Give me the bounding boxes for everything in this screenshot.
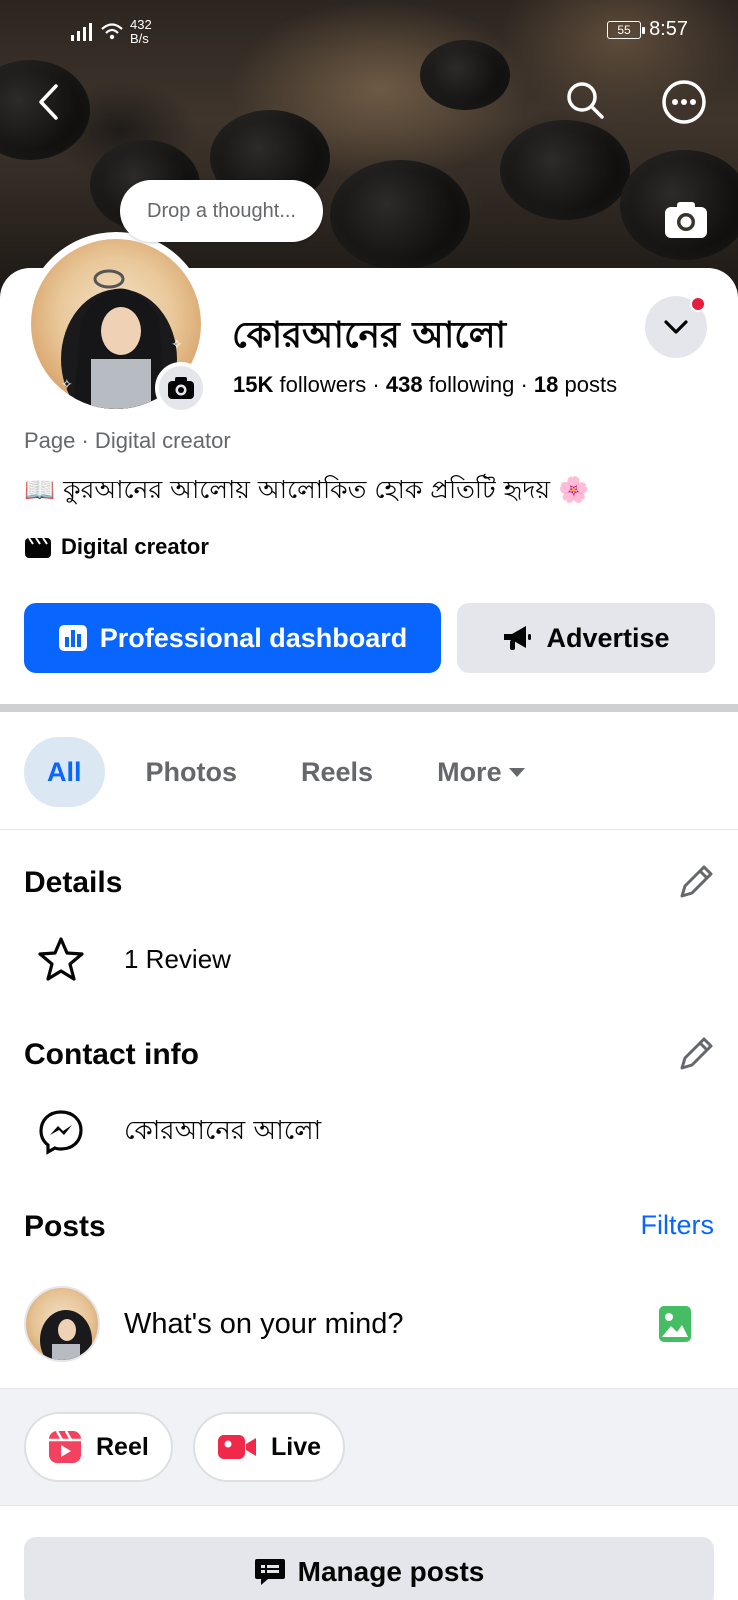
messenger-contact-row[interactable]: কোরআনের আলো: [24, 1108, 321, 1156]
pencil-icon: [680, 865, 713, 898]
stats-separator: ·: [520, 372, 534, 397]
wifi-icon: [101, 23, 123, 40]
page-bio: 📖 কুরআনের আলোয় আলোকিত হোক প্রতিটি হৃদয়…: [24, 475, 590, 504]
following-count[interactable]: 438: [386, 372, 423, 397]
tab-reels[interactable]: Reels: [278, 737, 396, 807]
messenger-icon: [39, 1110, 83, 1155]
edit-contact-button[interactable]: [676, 1034, 716, 1074]
followers-label[interactable]: followers: [279, 372, 366, 397]
creator-label: Digital creator: [61, 534, 209, 559]
edit-avatar-button[interactable]: [155, 362, 207, 414]
reviews-row[interactable]: 1 Review: [24, 936, 231, 982]
more-options-button[interactable]: [660, 78, 708, 126]
stats-separator: ·: [372, 372, 386, 397]
reel-label: Reel: [96, 1432, 149, 1461]
notification-dot: [690, 296, 706, 312]
manage-posts-button[interactable]: Manage posts: [24, 1537, 714, 1600]
pencil-icon: [680, 1037, 713, 1070]
create-reel-button[interactable]: Reel: [24, 1412, 173, 1482]
edit-cover-button[interactable]: [662, 198, 710, 242]
posts-filters-link[interactable]: Filters: [641, 1210, 715, 1241]
professional-dashboard-button[interactable]: Professional dashboard: [24, 603, 441, 673]
section-divider: [0, 704, 738, 712]
dashboard-chart-icon: [58, 625, 87, 651]
live-video-icon: [218, 1435, 256, 1459]
details-heading: Details: [24, 866, 123, 899]
camera-icon: [665, 202, 707, 238]
tabs-divider: [0, 829, 738, 830]
more-horizontal-icon: [662, 80, 706, 124]
photo-icon: [659, 1306, 691, 1342]
following-label[interactable]: following: [429, 372, 515, 397]
composer-placeholder: What's on your mind?: [124, 1307, 404, 1340]
chevron-left-icon: [39, 84, 58, 120]
creator-type-row: Digital creator: [24, 534, 209, 560]
advertise-label: Advertise: [546, 622, 670, 653]
composer-avatar: [24, 1286, 100, 1362]
contact-info-heading: Contact info: [24, 1038, 199, 1071]
manage-posts-label: Manage posts: [297, 1556, 485, 1587]
camera-icon: [168, 377, 194, 399]
posts-heading: Posts: [24, 1210, 106, 1243]
tab-photos[interactable]: Photos: [123, 737, 261, 807]
tab-more[interactable]: More: [414, 737, 549, 807]
edit-details-button[interactable]: [676, 862, 716, 902]
clapperboard-icon: [25, 537, 51, 558]
megaphone-icon: [504, 626, 532, 650]
followers-count[interactable]: 15K: [233, 372, 273, 397]
svg-text:✧: ✧: [61, 376, 73, 392]
tab-all[interactable]: All: [24, 737, 105, 807]
clock: 8:57: [649, 18, 688, 40]
back-button[interactable]: [28, 80, 68, 124]
posts-count: 18: [533, 372, 559, 397]
avatar-illustration: [40, 1310, 92, 1360]
battery-icon: 55: [607, 20, 646, 39]
svg-text:✧: ✧: [171, 336, 183, 352]
live-label: Live: [271, 1432, 322, 1461]
go-live-button[interactable]: Live: [193, 1412, 346, 1482]
star-icon: [38, 937, 84, 981]
advertise-button[interactable]: Advertise: [457, 603, 715, 673]
manage-posts-icon: [254, 1559, 285, 1585]
chevron-down-icon: [664, 320, 688, 334]
caret-down-icon: [508, 768, 525, 777]
page-title: কোরআনের আলো: [232, 315, 507, 356]
posts-label: posts: [564, 372, 618, 397]
add-photo-button[interactable]: [658, 1305, 692, 1348]
professional-dashboard-label: Professional dashboard: [99, 622, 408, 653]
profile-tabs: All Photos Reels More: [24, 737, 567, 807]
reel-icon: [49, 1430, 81, 1463]
network-speed: 432 B/s: [130, 17, 152, 46]
messenger-name: কোরআনের আলো: [124, 1116, 322, 1146]
search-icon: [567, 82, 604, 119]
search-button[interactable]: [563, 78, 607, 122]
drop-thought-bubble[interactable]: Drop a thought...: [120, 180, 323, 242]
status-bar: 432 B/s 55 8:57: [0, 14, 738, 48]
post-composer[interactable]: What's on your mind?: [24, 1286, 714, 1362]
profile-stats: 15K followers · 438 following · 18 posts: [233, 372, 617, 398]
page-category: Page · Digital creator: [24, 428, 231, 453]
cellular-signal-icon: [71, 23, 92, 41]
reviews-label: 1 Review: [124, 943, 231, 974]
